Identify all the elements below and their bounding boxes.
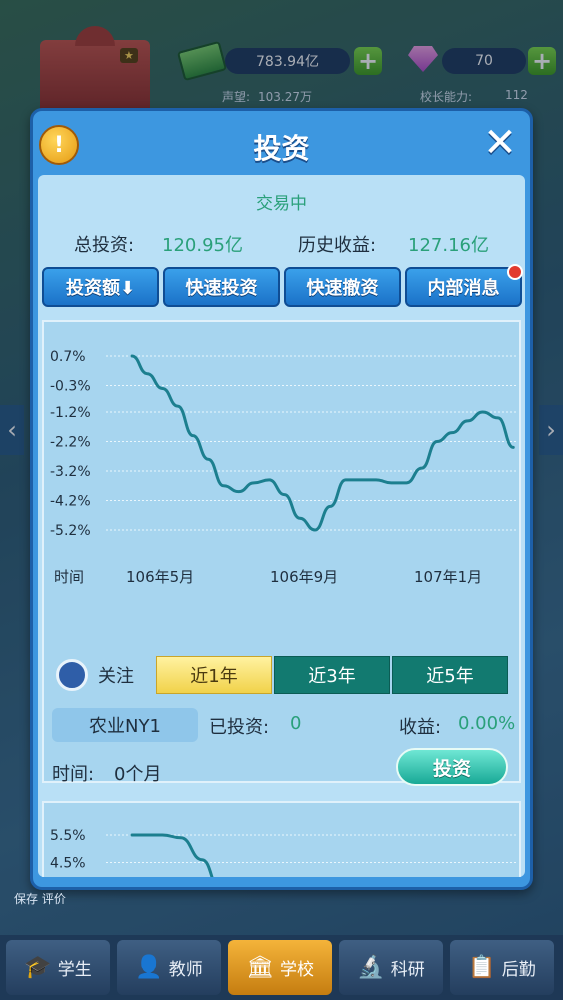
nav-research-label: 科研 bbox=[390, 960, 425, 980]
fund-chart: 0.7% -0.3% -1.2% -2.2% -3.2% -4.2% -5.2% bbox=[50, 349, 518, 539]
microscope-icon: 🔬 bbox=[357, 955, 385, 980]
nav-logistics-label: 后勤 bbox=[501, 960, 536, 980]
nav-students[interactable]: 🎓 学生 bbox=[6, 940, 110, 995]
range-3y-button[interactable]: 近3年 bbox=[274, 656, 390, 694]
history-income-value: 127.16亿 bbox=[408, 235, 489, 256]
follow-toggle[interactable] bbox=[56, 659, 88, 691]
history-income-label: 历史收益: bbox=[298, 235, 377, 256]
range-5y-button[interactable]: 近5年 bbox=[392, 656, 508, 694]
y-tick-label: 4.5% bbox=[50, 856, 86, 872]
y-tick-label: -0.3% bbox=[50, 378, 91, 394]
y-tick-label: 0.7% bbox=[50, 349, 86, 365]
invest-dialog: ! 投资 ✕ 交易中 总投资: 120.95亿 历史收益: 127.16亿 投资… bbox=[30, 108, 533, 890]
income-label: 收益: bbox=[399, 717, 442, 738]
invested-label: 已投资: bbox=[209, 717, 270, 738]
nav-students-label: 学生 bbox=[57, 960, 92, 980]
x-tick-label: 107年1月 bbox=[414, 568, 483, 586]
y-tick-label: -5.2% bbox=[50, 523, 91, 539]
hidden-bottom-labels: 保存 评价 bbox=[14, 892, 66, 906]
y-tick-label: -1.2% bbox=[50, 405, 91, 421]
tab-inside-news[interactable]: 内部消息 bbox=[405, 264, 523, 307]
y-tick-label: -4.2% bbox=[50, 494, 91, 510]
school-icon: 🏛 bbox=[246, 955, 274, 980]
dialog-title: 投资 bbox=[253, 132, 310, 165]
nav-research[interactable]: 🔬 科研 bbox=[339, 940, 443, 995]
invest-button[interactable]: 投资 bbox=[396, 748, 508, 786]
x-tick-label: 106年9月 bbox=[270, 568, 339, 586]
tab-quick-withdraw[interactable]: 快速撤资 bbox=[284, 267, 401, 307]
x-tick-label: 106年5月 bbox=[126, 568, 195, 586]
fund-chart-next: 5.5%4.5%3.4%2.3% bbox=[50, 828, 518, 877]
tab-invest-amount[interactable]: 投资额⬇ bbox=[42, 267, 159, 307]
dialog-header: ! 投资 ✕ bbox=[33, 111, 530, 175]
bottom-nav: 🎓 学生 👤 教师 🏛 学校 🔬 科研 📋 后勤 bbox=[0, 935, 563, 1000]
fund-name[interactable]: 农业NY1 bbox=[52, 708, 198, 742]
time-value: 0个月 bbox=[114, 764, 162, 785]
graduation-cap-icon: 🎓 bbox=[24, 955, 52, 980]
series-line bbox=[130, 354, 515, 532]
time-axis-label: 时间 bbox=[54, 568, 85, 586]
range-1y-button[interactable]: 近1年 bbox=[156, 656, 272, 694]
nav-logistics[interactable]: 📋 后勤 bbox=[450, 940, 554, 995]
total-invest-label: 总投资: bbox=[74, 235, 135, 256]
logistics-icon: 📋 bbox=[468, 955, 496, 980]
time-label: 时间: bbox=[52, 764, 95, 785]
y-tick-label: -3.2% bbox=[50, 464, 91, 480]
action-tabs: 投资额⬇ 快速投资 快速撤资 内部消息 bbox=[42, 264, 523, 307]
notification-dot bbox=[507, 264, 523, 280]
person-icon: 👤 bbox=[135, 955, 163, 980]
invested-value: 0 bbox=[290, 713, 302, 734]
nav-school[interactable]: 🏛 学校 bbox=[228, 940, 332, 995]
income-value: 0.00% bbox=[458, 713, 516, 734]
tab-quick-invest[interactable]: 快速投资 bbox=[163, 267, 280, 307]
nav-teachers[interactable]: 👤 教师 bbox=[117, 940, 221, 995]
dialog-body: 交易中 总投资: 120.95亿 历史收益: 127.16亿 投资额⬇ 快速投资… bbox=[38, 175, 525, 877]
tab-inside-news-label: 内部消息 bbox=[427, 278, 500, 299]
nav-school-label: 学校 bbox=[279, 960, 314, 980]
fund-panel-next: 5.5%4.5%3.4%2.3% bbox=[42, 801, 521, 877]
nav-teachers-label: 教师 bbox=[168, 960, 203, 980]
y-tick-label: 5.5% bbox=[50, 828, 86, 844]
y-tick-label: -2.2% bbox=[50, 435, 91, 451]
series-line bbox=[130, 833, 214, 877]
total-invest-value: 120.95亿 bbox=[162, 235, 243, 256]
follow-label: 关注 bbox=[98, 666, 134, 687]
trading-status: 交易中 bbox=[256, 194, 307, 214]
close-icon[interactable]: ✕ bbox=[480, 123, 520, 163]
